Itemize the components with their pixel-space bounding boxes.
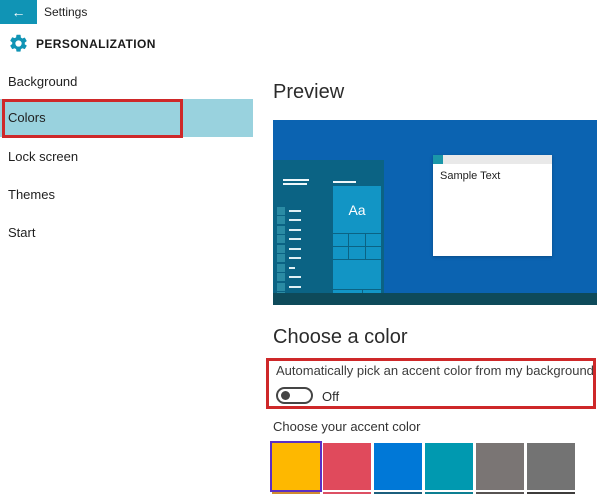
menu-dash [289,257,301,259]
back-button[interactable]: ← [0,0,37,24]
menu-tile-column [277,207,307,300]
menu-dash [289,210,301,212]
sidebar-item-colors-label: Colors [8,99,46,137]
back-arrow-icon: ← [12,5,26,19]
window-accent-square [433,155,443,164]
sidebar-item-start[interactable]: Start [0,223,253,243]
menu-dash [289,248,301,250]
accent-swatch-row [272,443,575,490]
menu-header-line [283,183,307,185]
toggle-knob [281,391,290,400]
accent-swatch[interactable] [374,443,422,490]
accent-swatch[interactable] [272,443,320,490]
accent-color-label: Choose your accent color [273,419,420,434]
sidebar-item-themes[interactable]: Themes [0,185,253,205]
choose-color-heading: Choose a color [273,326,408,349]
tile-header-line [333,181,356,183]
tile [349,247,364,259]
settings-window: ← Settings PERSONALIZATION Background Co… [0,0,600,494]
menu-dash [289,276,301,278]
menu-dash [289,219,301,221]
menu-square [277,216,285,224]
accent-swatch[interactable] [323,443,371,490]
menu-square [277,264,285,272]
menu-square [277,283,285,291]
tile [333,247,348,259]
preview-heading: Preview [273,81,344,104]
sample-text: Sample Text [440,170,500,182]
menu-header-line [283,179,309,181]
gear-icon [8,33,29,54]
sample-window: Sample Text [433,155,552,256]
menu-square [277,235,285,243]
tile [349,234,364,246]
accent-swatch[interactable] [425,443,473,490]
menu-dash [289,238,301,240]
tile [366,234,381,246]
menu-square [277,226,285,234]
taskbar [273,293,597,305]
start-tile-aa-label: Aa [348,202,365,218]
window-title: Settings [44,5,87,19]
sidebar-item-colors[interactable]: Colors [0,99,253,137]
auto-accent-label: Automatically pick an accent color from … [276,363,594,378]
tile [366,247,381,259]
menu-square [277,254,285,262]
accent-swatch[interactable] [476,443,524,490]
menu-square [277,207,285,215]
sidebar-item-background[interactable]: Background [0,72,253,92]
start-tile-aa: Aa [333,186,381,233]
menu-square [277,245,285,253]
window-titlebar [433,155,552,164]
menu-dash [289,229,301,231]
tile-grid [333,234,381,259]
start-menu-panel: Aa [273,160,384,305]
tile-large [333,260,381,289]
menu-dash [289,267,295,269]
page-title: PERSONALIZATION [36,37,156,51]
sidebar-item-lock-screen[interactable]: Lock screen [0,147,253,167]
desktop-preview: Aa Sample Text [273,120,597,305]
tile [333,234,348,246]
accent-swatch[interactable] [527,443,575,490]
menu-dash [289,286,301,288]
menu-square [277,273,285,281]
auto-accent-toggle[interactable] [276,387,313,404]
toggle-state-label: Off [322,389,339,404]
